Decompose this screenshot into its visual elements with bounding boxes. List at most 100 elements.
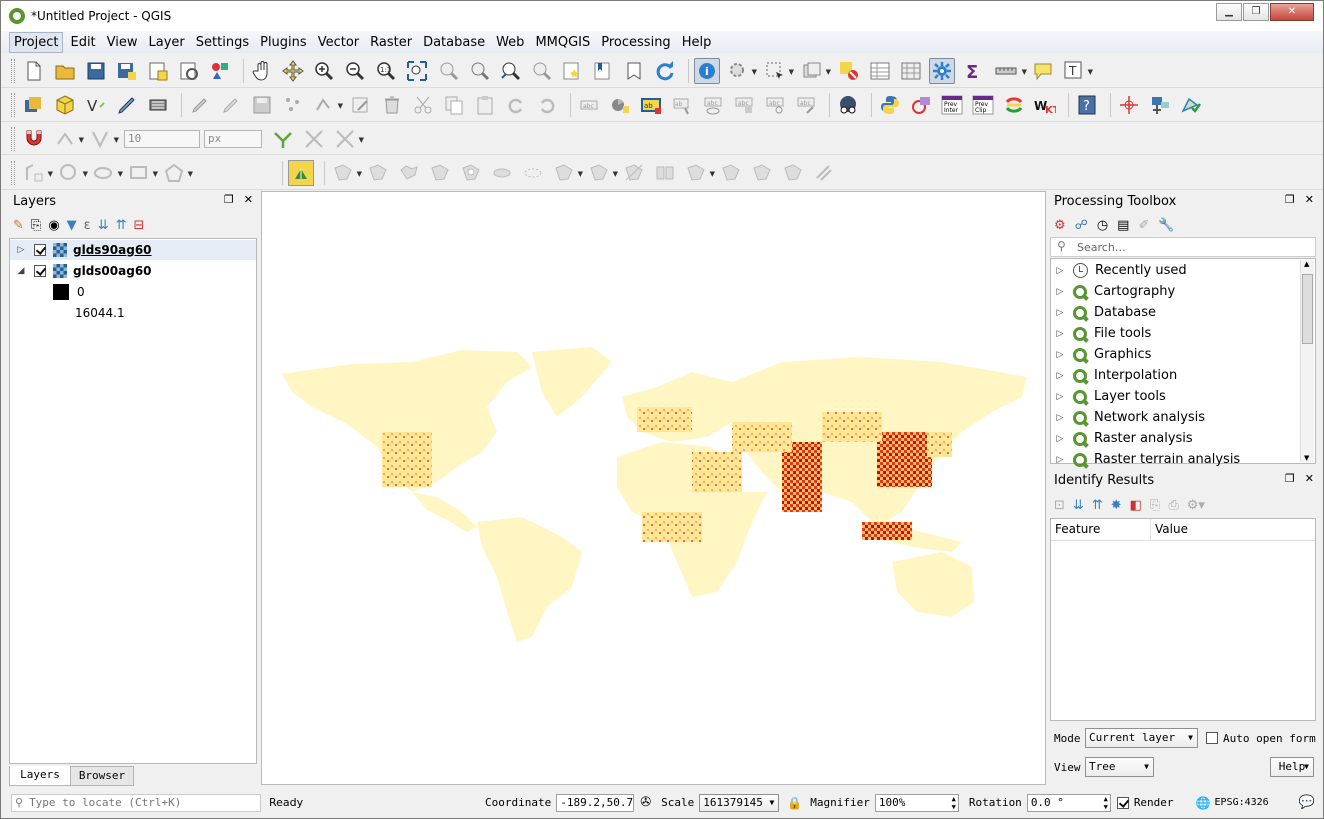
save-project-icon[interactable]: [83, 58, 109, 84]
magnifier-spinbox[interactable]: 100% ▲ ▼: [874, 793, 959, 812]
data-source-manager-icon[interactable]: [21, 92, 47, 118]
expand-arrow-icon[interactable]: ▷: [1055, 371, 1065, 381]
zoom-to-layer-icon[interactable]: [466, 58, 492, 84]
polygon-tool-icon[interactable]: ▼: [161, 160, 193, 186]
spin-arrows-icon[interactable]: ▲ ▼: [1104, 795, 1108, 811]
new-project-icon[interactable]: [21, 58, 47, 84]
split-parts-icon[interactable]: [652, 160, 678, 186]
menu-help[interactable]: Help: [678, 33, 716, 52]
menu-raster[interactable]: Raster: [366, 33, 416, 52]
show-hide-labels-icon[interactable]: abc: [700, 92, 726, 118]
layer-name[interactable]: glds00ag60: [73, 264, 152, 278]
scrollbar[interactable]: ▲ ▼: [1300, 260, 1314, 462]
edit-features-in-place-icon[interactable]: ✐: [1138, 218, 1149, 233]
add-group-icon[interactable]: ⎘: [31, 218, 41, 233]
add-feature-icon[interactable]: [280, 92, 306, 118]
options-wrench-icon[interactable]: 🔧: [1158, 218, 1174, 233]
vertex-tool-icon[interactable]: ▼: [311, 92, 343, 118]
select-features-icon[interactable]: ▼: [762, 58, 794, 84]
circle-tool-icon[interactable]: ▼: [56, 160, 88, 186]
world-raster-map[interactable]: [262, 192, 1045, 784]
cut-features-icon[interactable]: [410, 92, 436, 118]
pin-labels-icon[interactable]: ab: [669, 92, 695, 118]
toolbox-group-item[interactable]: ▷ Recently used: [1055, 260, 1187, 281]
show-statistical-summary-icon[interactable]: Σ: [960, 58, 986, 84]
measure-line-icon[interactable]: ▼: [991, 58, 1027, 84]
tab-browser[interactable]: Browser: [70, 766, 134, 786]
coordinate-capture-icon[interactable]: [1116, 92, 1142, 118]
delete-selected-icon[interactable]: [379, 92, 405, 118]
layer-visibility-checkbox[interactable]: [34, 265, 46, 277]
toolbar-handle[interactable]: [11, 93, 15, 117]
expand-arrow-icon[interactable]: ▷: [1055, 350, 1065, 360]
topological-editing-icon[interactable]: [270, 126, 296, 152]
merge-attributes-icon[interactable]: [718, 160, 744, 186]
new-bookmark-icon[interactable]: [559, 58, 585, 84]
spin-arrows-icon[interactable]: ▲ ▼: [952, 795, 956, 811]
tab-layers[interactable]: Layers: [9, 766, 71, 786]
zoom-full-icon[interactable]: [404, 58, 430, 84]
expand-arrow-icon[interactable]: ▷: [16, 245, 26, 255]
trim-extend-icon[interactable]: [811, 160, 837, 186]
delete-part-icon[interactable]: [520, 160, 546, 186]
run-feature-action-icon[interactable]: ▼: [725, 58, 757, 84]
copy-features-icon[interactable]: [441, 92, 467, 118]
simplify-feature-icon[interactable]: [396, 160, 422, 186]
zoom-next-icon[interactable]: [528, 58, 554, 84]
toolbox-group-item[interactable]: ▷ Network analysis: [1055, 407, 1206, 428]
open-project-icon[interactable]: [52, 58, 78, 84]
undo-icon[interactable]: [503, 92, 529, 118]
copy-feature-icon[interactable]: ⎘: [1150, 498, 1160, 513]
deselect-features-icon[interactable]: [836, 58, 862, 84]
crs-label[interactable]: EPSG:4326: [1215, 797, 1269, 808]
toolbox-icon[interactable]: [929, 57, 955, 84]
add-part-icon[interactable]: [427, 160, 453, 186]
menu-plugins[interactable]: Plugins: [256, 33, 311, 52]
rotate-feature-icon[interactable]: [365, 160, 391, 186]
close-panel-icon[interactable]: ✕: [1305, 193, 1314, 206]
filter-expression-icon[interactable]: ε: [84, 218, 91, 233]
delete-ring-icon[interactable]: [489, 160, 515, 186]
style-manager-icon[interactable]: [207, 58, 233, 84]
layer-visibility-checkbox[interactable]: [34, 244, 46, 256]
undock-icon[interactable]: ❐: [1285, 472, 1295, 485]
prev-clip-icon[interactable]: Prev Clip: [970, 92, 996, 118]
redo-icon[interactable]: [534, 92, 560, 118]
toolbar-handle[interactable]: [11, 58, 15, 83]
clear-results-icon[interactable]: ◧: [1130, 498, 1142, 513]
undock-icon[interactable]: ❐: [224, 193, 234, 206]
move-label-icon[interactable]: abc: [731, 92, 757, 118]
layer-row[interactable]: ◢ glds00ag60: [10, 261, 152, 281]
menu-database[interactable]: Database: [419, 33, 489, 52]
print-icon[interactable]: ⎙: [1168, 498, 1178, 513]
style-brush-icon[interactable]: ✎: [13, 218, 24, 233]
wkt-icon[interactable]: WKT: [1032, 92, 1058, 118]
add-ring-icon[interactable]: ▼: [21, 160, 53, 186]
zoom-out-icon[interactable]: [342, 58, 368, 84]
zoom-last-icon[interactable]: [497, 58, 523, 84]
zoom-native-icon[interactable]: 1:1: [373, 58, 399, 84]
expand-arrow-icon[interactable]: ▷: [1055, 308, 1065, 318]
menu-web[interactable]: Web: [492, 33, 528, 52]
menu-settings[interactable]: Settings: [192, 33, 253, 52]
rectangle-tool-icon[interactable]: ▼: [126, 160, 158, 186]
highlight-pinned-labels-icon[interactable]: ab: [638, 92, 664, 118]
view-select[interactable]: Tree: [1085, 757, 1154, 777]
expand-arrow-icon[interactable]: ▷: [1055, 329, 1065, 339]
mmqgis-plugin-icon[interactable]: [908, 92, 934, 118]
expand-arrow-icon[interactable]: ▷: [1055, 287, 1065, 297]
text-annotation-icon[interactable]: T ▼: [1061, 58, 1093, 84]
layer-row[interactable]: ▷ glds90ag60: [10, 240, 256, 260]
split-features-icon[interactable]: [621, 160, 647, 186]
help-button[interactable]: Help: [1270, 757, 1314, 777]
toggle-editing-icon[interactable]: [218, 92, 244, 118]
render-checkbox[interactable]: [1116, 796, 1129, 809]
expand-all-icon[interactable]: ⇊: [98, 218, 109, 233]
snapping-vertex-icon[interactable]: ▼: [52, 126, 84, 152]
toolbox-group-item[interactable]: ▷ Raster terrain analysis: [1055, 449, 1241, 470]
layer-labeling-icon[interactable]: abc: [576, 92, 602, 118]
expand-arrow-icon[interactable]: ▷: [1055, 455, 1065, 465]
zoom-in-icon[interactable]: [311, 58, 337, 84]
rotate-point-symbols-icon[interactable]: [749, 160, 775, 186]
scrollbar-thumb[interactable]: [1302, 274, 1313, 344]
